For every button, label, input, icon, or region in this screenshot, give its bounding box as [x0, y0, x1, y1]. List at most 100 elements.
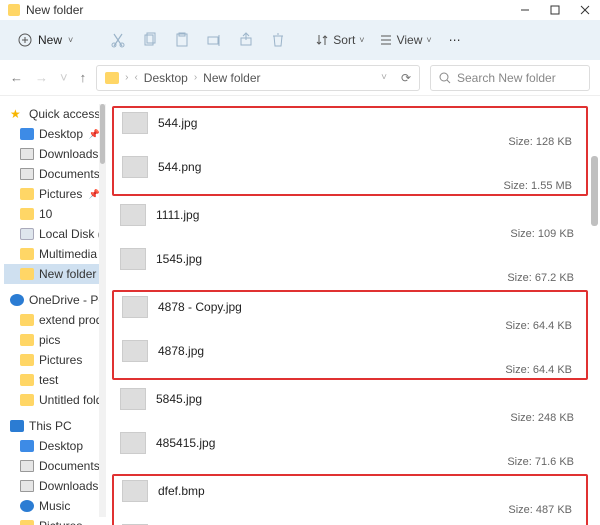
- sort-label: Sort: [333, 33, 355, 47]
- breadcrumb-item[interactable]: Desktop: [144, 71, 188, 85]
- folder-icon: [20, 188, 34, 200]
- share-icon[interactable]: [237, 31, 255, 49]
- copy-icon[interactable]: [141, 31, 159, 49]
- tree-item[interactable]: Pictures: [4, 350, 106, 370]
- tree-item[interactable]: Downloads📌: [4, 144, 106, 164]
- tree-item[interactable]: Multimedia: [4, 244, 106, 264]
- file-name: 1111.jpg: [156, 208, 580, 222]
- file-size: Size: 128 KB: [508, 136, 572, 148]
- tree-item-label: Pictures: [39, 519, 82, 525]
- file-row[interactable]: 5845.jpgSize: 248 KB: [112, 384, 588, 414]
- star-icon: ★: [10, 108, 24, 120]
- tree-item[interactable]: test: [4, 370, 106, 390]
- view-button[interactable]: View ˅: [379, 33, 432, 47]
- tree-item[interactable]: Desktop: [4, 436, 106, 456]
- file-thumbnail: [120, 432, 146, 454]
- tree-item[interactable]: OneDrive - Person: [4, 290, 106, 310]
- navbar: ← → ˅ ↑ › ‹ Desktop › New folder ˅ ⟳ Sea…: [0, 60, 600, 96]
- tree-item[interactable]: New folder: [4, 264, 106, 284]
- rename-icon[interactable]: [205, 31, 223, 49]
- file-row[interactable]: 1545.jpgSize: 67.2 KB: [112, 244, 588, 274]
- up-button[interactable]: ↑: [80, 70, 87, 85]
- tree-item-label: Desktop: [39, 127, 83, 141]
- tree-item[interactable]: Documents📌: [4, 164, 106, 184]
- tree-item[interactable]: Music: [4, 496, 106, 516]
- file-row[interactable]: dfef.bmpSize: 487 KB: [114, 476, 586, 506]
- sidebar-scrollbar[interactable]: [99, 104, 106, 517]
- tree-item-label: Downloads: [39, 479, 98, 493]
- file-row[interactable]: dfef.jpgSize: 41.6 KB: [114, 520, 586, 525]
- folder-icon: [20, 268, 34, 280]
- folder-icon: [20, 208, 34, 220]
- cut-icon[interactable]: [109, 31, 127, 49]
- tree-item[interactable]: Documents: [4, 456, 106, 476]
- tree-item[interactable]: This PC: [4, 416, 106, 436]
- tree-item[interactable]: Desktop📌: [4, 124, 106, 144]
- file-name: 544.jpg: [158, 116, 578, 130]
- refresh-button[interactable]: ⟳: [401, 71, 411, 85]
- music-icon: [20, 500, 34, 512]
- back-button[interactable]: ←: [10, 70, 23, 85]
- tree-item[interactable]: Downloads: [4, 476, 106, 496]
- file-size: Size: 71.6 KB: [507, 456, 574, 468]
- paste-icon[interactable]: [173, 31, 191, 49]
- tree-item[interactable]: Pictures📌: [4, 184, 106, 204]
- file-size: Size: 248 KB: [510, 412, 574, 424]
- file-size: Size: 109 KB: [510, 228, 574, 240]
- tree-item-label: Desktop: [39, 439, 83, 453]
- content-scrollbar[interactable]: [591, 156, 598, 226]
- file-thumbnail: [122, 156, 148, 178]
- file-row[interactable]: 485415.jpgSize: 71.6 KB: [112, 428, 588, 458]
- new-button[interactable]: New ˅: [10, 29, 81, 51]
- file-size: Size: 1.55 MB: [504, 180, 572, 192]
- file-row[interactable]: 4878 - Copy.jpgSize: 64.4 KB: [114, 292, 586, 322]
- chevron-down-icon: ˅: [68, 35, 73, 45]
- tree-item[interactable]: ★Quick access: [4, 104, 106, 124]
- delete-icon[interactable]: [269, 31, 287, 49]
- chevron-right-icon: ›: [125, 72, 128, 83]
- tree-item-label: Documents: [39, 459, 100, 473]
- tree-item-label: 10: [39, 207, 52, 221]
- documents-icon: [20, 168, 34, 180]
- file-name: dfef.bmp: [158, 484, 578, 498]
- recent-button[interactable]: ˅: [60, 70, 68, 85]
- folder-icon: [20, 354, 34, 366]
- file-name: 4878.jpg: [158, 344, 578, 358]
- breadcrumb-item[interactable]: New folder: [203, 71, 260, 85]
- tree-item[interactable]: 10: [4, 204, 106, 224]
- file-row[interactable]: 1111.jpgSize: 109 KB: [112, 200, 588, 230]
- file-row[interactable]: 544.pngSize: 1.55 MB: [114, 152, 586, 182]
- tree-item[interactable]: Pictures: [4, 516, 106, 525]
- search-icon: [439, 72, 451, 84]
- tree-item[interactable]: Local Disk (F:): [4, 224, 106, 244]
- breadcrumb[interactable]: › ‹ Desktop › New folder ˅ ⟳: [96, 65, 420, 91]
- tree-item[interactable]: extend product li: [4, 310, 106, 330]
- tree-item-label: OneDrive - Person: [29, 293, 106, 307]
- sort-button[interactable]: Sort ˅: [315, 33, 364, 47]
- tree-item-label: test: [39, 373, 58, 387]
- tree-item[interactable]: pics: [4, 330, 106, 350]
- highlight-group: dfef.bmpSize: 487 KB dfef.jpgSize: 41.6 K…: [112, 474, 588, 525]
- close-button[interactable]: [578, 3, 592, 17]
- file-thumbnail: [122, 112, 148, 134]
- forward-button[interactable]: →: [35, 70, 48, 85]
- view-icon: [379, 33, 393, 47]
- highlight-group: 4878 - Copy.jpgSize: 64.4 KB 4878.jpgSize…: [112, 290, 588, 380]
- more-button[interactable]: ⋯: [446, 31, 464, 49]
- tree-item[interactable]: Untitled folder: [4, 390, 106, 410]
- view-label: View: [397, 33, 423, 47]
- file-row[interactable]: 544.jpgSize: 128 KB: [114, 108, 586, 138]
- tree-item-label: Pictures: [39, 353, 82, 367]
- search-input[interactable]: Search New folder: [430, 65, 590, 91]
- chevron-down-icon[interactable]: ˅: [381, 72, 387, 83]
- cloud-icon: [10, 294, 24, 306]
- folder-icon: [20, 520, 34, 525]
- file-group: 1111.jpgSize: 109 KB1545.jpgSize: 67.2 K…: [112, 200, 588, 286]
- tree-item-label: Untitled folder: [39, 393, 106, 407]
- minimize-button[interactable]: [518, 3, 532, 17]
- file-name: 544.png: [158, 160, 578, 174]
- file-row[interactable]: 4878.jpgSize: 64.4 KB: [114, 336, 586, 366]
- file-name: 485415.jpg: [156, 436, 580, 450]
- file-name: 1545.jpg: [156, 252, 580, 266]
- maximize-button[interactable]: [548, 3, 562, 17]
